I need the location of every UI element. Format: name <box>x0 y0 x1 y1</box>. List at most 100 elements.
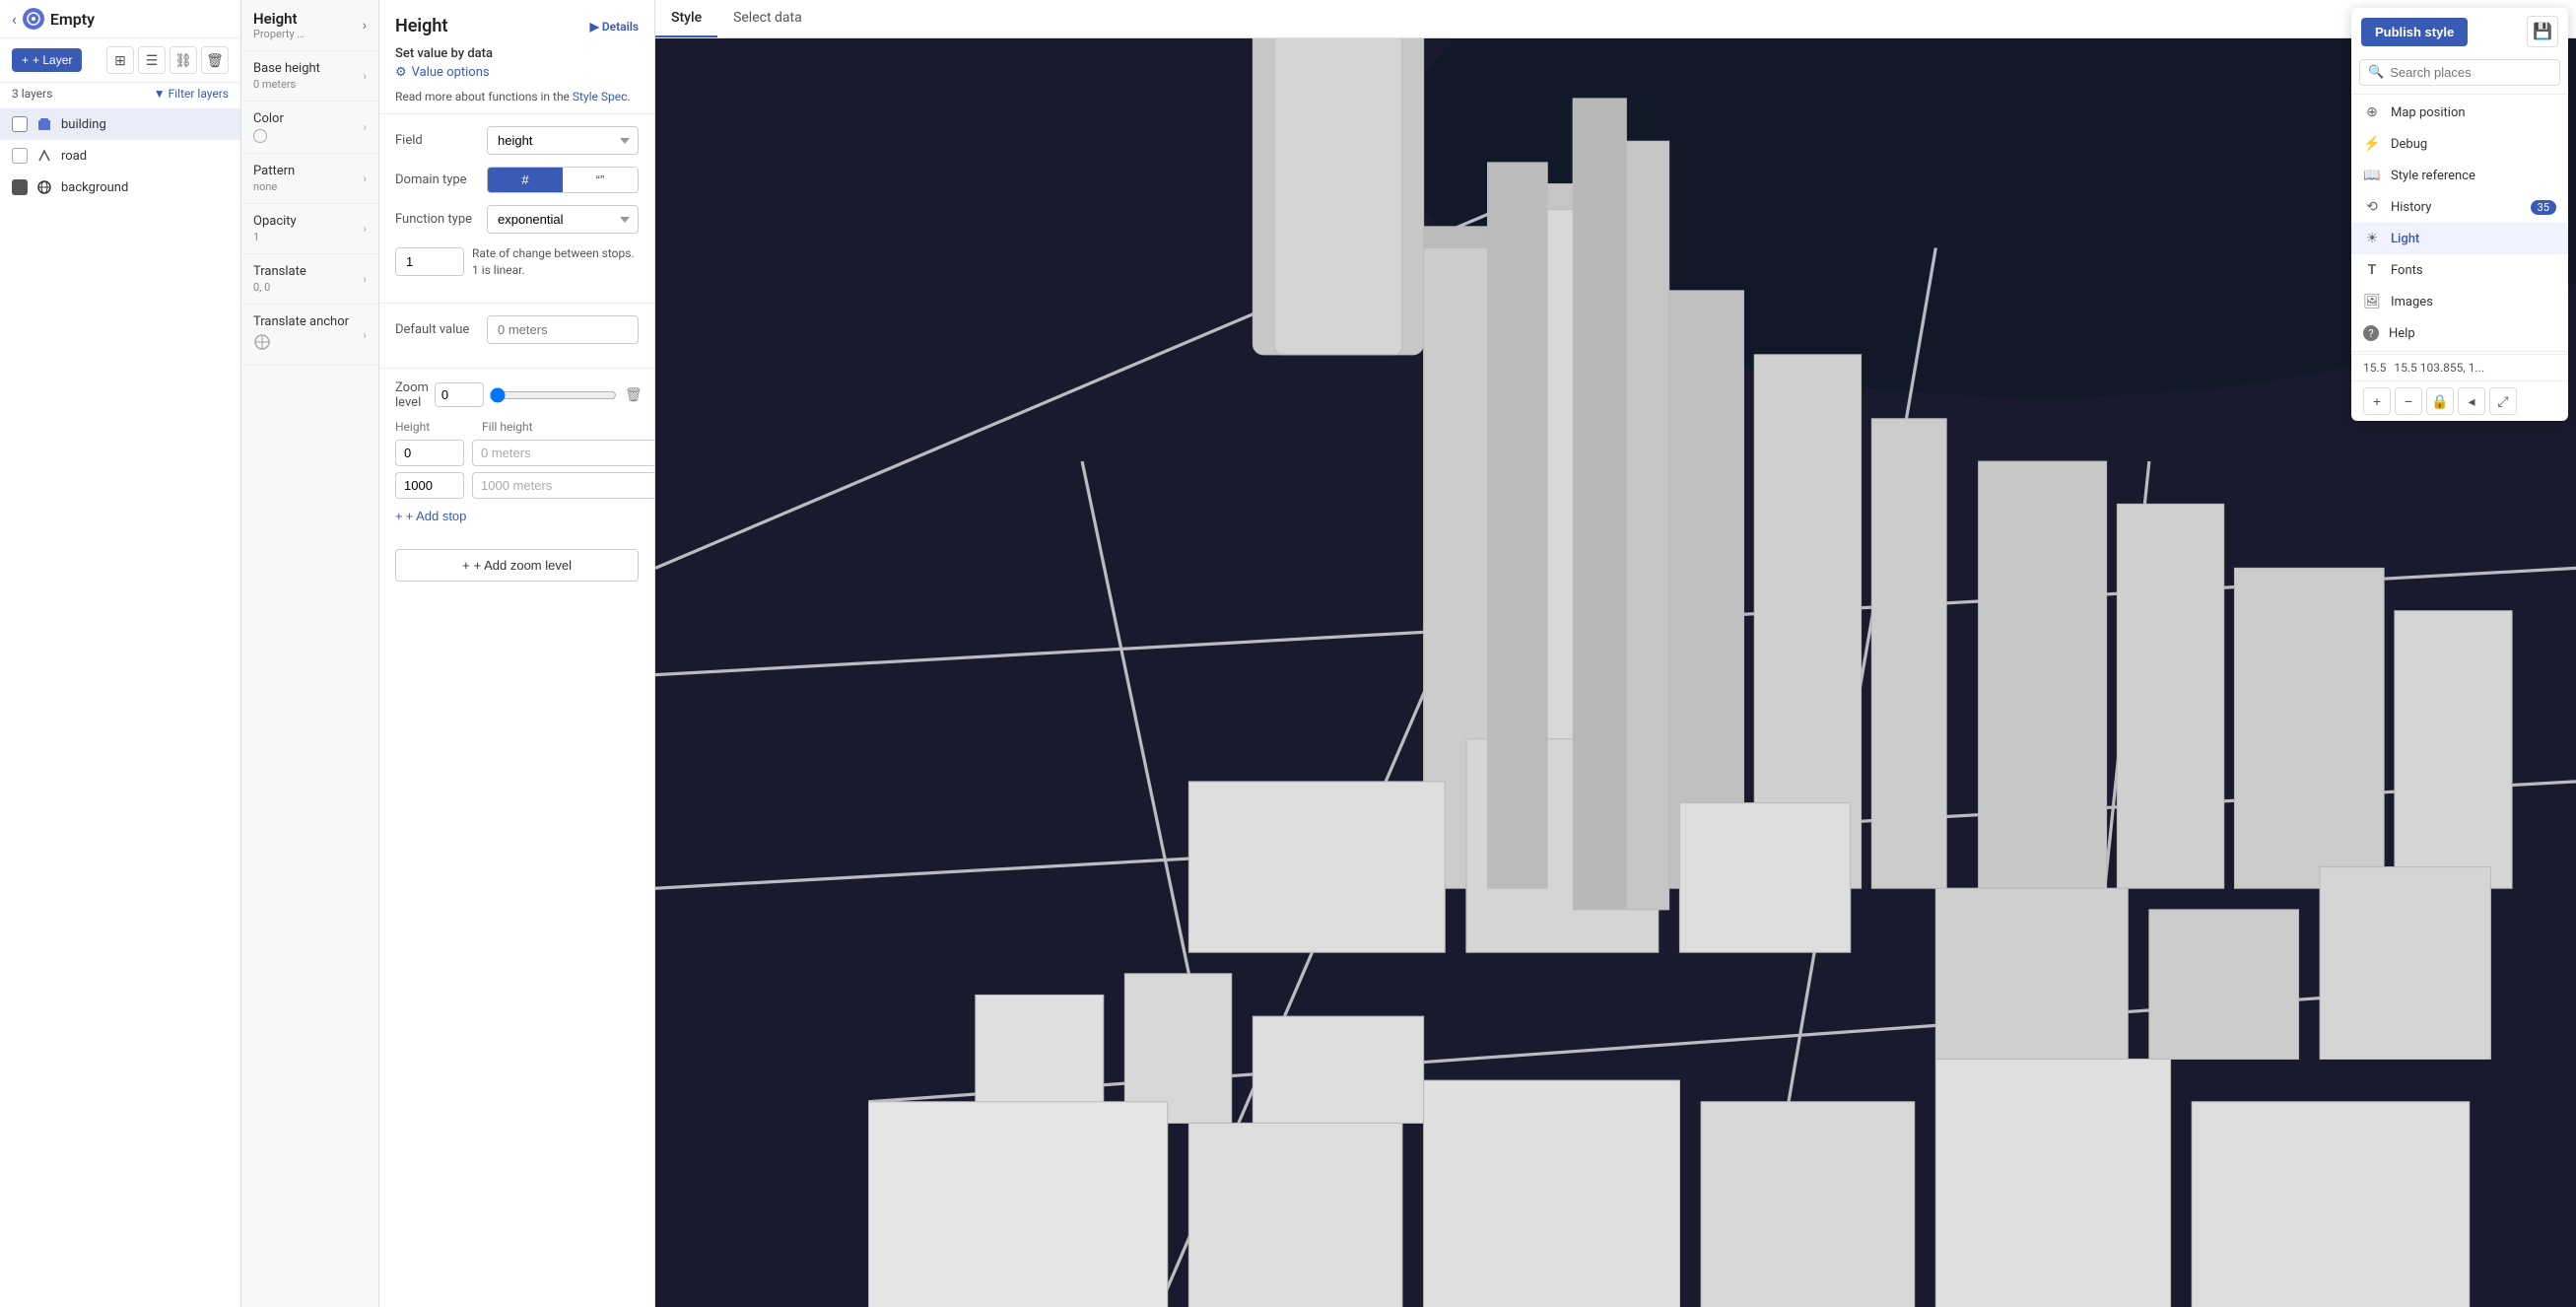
opacity-section: Opacity 1 › <box>241 204 378 254</box>
translate-anchor-item[interactable]: Translate anchor › <box>241 305 378 365</box>
default-value-section: Default value <box>379 304 654 369</box>
zoom-slider[interactable] <box>490 387 617 403</box>
middle-panel: Height Property … › Base height 0 meters… <box>241 0 379 1307</box>
menu-item-history[interactable]: ⟲ History 35 <box>2351 191 2568 223</box>
stop-height-input-1[interactable] <box>395 472 464 499</box>
tab-select-data[interactable]: Select data <box>717 0 818 37</box>
zoom-coord: 15.5 <box>2363 361 2386 375</box>
add-layer-label: + Layer <box>33 53 72 67</box>
stops-fill-col-label: Fill height <box>482 420 639 434</box>
layer-count: 3 layers <box>12 87 52 101</box>
translate-section: Translate 0, 0 › <box>241 254 378 305</box>
menu-item-images[interactable]: 🖼 Images <box>2351 286 2568 317</box>
translate-text: Translate 0, 0 <box>253 264 306 294</box>
layer-visibility-building[interactable] <box>12 116 28 132</box>
top-tab-bar: Style Select data <box>655 0 2576 38</box>
layer-info: 3 layers ▼ Filter layers <box>0 83 240 108</box>
back-map-button[interactable]: ◂ <box>2458 387 2485 415</box>
translate-anchor-icon <box>253 333 349 355</box>
menu-item-style-reference[interactable]: 📖 Style reference <box>2351 160 2568 191</box>
expand-middle-button[interactable]: › <box>363 18 367 34</box>
menu-item-debug[interactable]: ⚡ Debug <box>2351 128 2568 160</box>
stop-fill-input-0[interactable] <box>472 440 655 466</box>
menu-item-fonts[interactable]: T Fonts <box>2351 254 2568 286</box>
domain-hash-button[interactable]: # <box>488 168 563 192</box>
value-options-label: Value options <box>412 65 490 80</box>
middle-title-text: Height <box>253 10 305 28</box>
layer-visibility-background[interactable] <box>12 179 28 195</box>
add-stop-label: + Add stop <box>406 509 467 523</box>
coords-bar: 15.5 15.5 103.855, 1... <box>2351 354 2568 380</box>
zoom-out-button[interactable]: − <box>2395 387 2422 415</box>
layer-item-building[interactable]: building <box>0 108 240 140</box>
add-zoom-level-button[interactable]: + + Add zoom level <box>395 549 639 582</box>
stop-height-input-0[interactable] <box>395 440 464 466</box>
color-section: Color › <box>241 102 378 154</box>
city-map-svg <box>655 0 2576 1307</box>
menu-divider-1 <box>2351 94 2568 95</box>
value-options-button[interactable]: ⚙ Value options <box>395 65 639 80</box>
debug-icon: ⚡ <box>2363 136 2381 152</box>
save-icon-button[interactable]: 💾 <box>2527 16 2558 47</box>
translate-anchor-label: Translate anchor <box>253 314 349 329</box>
default-value-input[interactable] <box>487 315 639 344</box>
menu-divider-2 <box>2351 351 2568 352</box>
menu-item-light[interactable]: ☀ Light <box>2351 223 2568 254</box>
menu-item-map-position[interactable]: ⊕ Map position <box>2351 97 2568 128</box>
menu-item-help[interactable]: ? Help <box>2351 317 2568 349</box>
rate-desc: Rate of change between stops. 1 is linea… <box>472 245 639 279</box>
field-control: height <box>487 126 639 155</box>
menu-label-map-position: Map position <box>2391 105 2466 120</box>
search-input[interactable] <box>2390 65 2551 80</box>
translate-item[interactable]: Translate 0, 0 › <box>241 254 378 304</box>
layer-item-background[interactable]: background <box>0 172 240 203</box>
map-position-icon: ⊕ <box>2363 104 2381 120</box>
translate-anchor-text: Translate anchor <box>253 314 349 355</box>
stop-row-1: 🗑 <box>395 472 639 499</box>
domain-type-row: Domain type # “” <box>395 167 639 193</box>
plus-icon: + <box>395 509 403 523</box>
stops-height-col-label: Height <box>395 420 474 434</box>
filter-layers-button[interactable]: ▼ Filter layers <box>154 87 229 101</box>
fullscreen-button[interactable]: ⤢ <box>2489 387 2517 415</box>
pattern-section: Pattern none › <box>241 154 378 204</box>
color-item[interactable]: Color › <box>241 102 378 153</box>
base-height-label: Base height <box>253 61 320 76</box>
publish-style-button[interactable]: Publish style <box>2361 18 2468 46</box>
detail-panel: Height ▶ Details Set value by data ⚙ Val… <box>379 0 655 1307</box>
field-select[interactable]: height <box>487 126 639 155</box>
details-link[interactable]: ▶ Details <box>590 20 639 34</box>
map-area[interactable]: Style Select data <box>655 0 2576 1307</box>
add-layer-button[interactable]: + + Layer <box>12 48 82 72</box>
middle-panel-title: Height Property … <box>253 10 305 40</box>
layer-visibility-road[interactable] <box>12 148 28 164</box>
zoom-value-input[interactable] <box>435 382 484 407</box>
trash-button[interactable]: 🗑 <box>201 46 229 74</box>
pattern-item[interactable]: Pattern none › <box>241 154 378 203</box>
filter-icon: ▼ <box>154 87 166 101</box>
function-type-select[interactable]: exponential <box>487 205 639 234</box>
zoom-delete-button[interactable]: 🗑 <box>623 384 644 405</box>
opacity-item[interactable]: Opacity 1 › <box>241 204 378 253</box>
lock-button[interactable]: 🔒 <box>2426 387 2454 415</box>
app-icon <box>23 8 44 30</box>
grid-view-button[interactable]: ⊞ <box>106 46 134 74</box>
tab-style[interactable]: Style <box>655 0 717 37</box>
add-stop-button[interactable]: + + Add stop <box>395 505 466 527</box>
fonts-icon: T <box>2363 262 2381 278</box>
color-text: Color <box>253 111 284 143</box>
domain-quote-button[interactable]: “” <box>563 168 638 192</box>
zoom-in-button[interactable]: + <box>2363 387 2391 415</box>
base-height-item[interactable]: Base height 0 meters › <box>241 51 378 101</box>
style-spec-link[interactable]: Style Spec <box>573 90 628 103</box>
pattern-chevron-icon: › <box>363 172 367 185</box>
style-reference-icon: 📖 <box>2363 168 2381 183</box>
stop-fill-input-1[interactable] <box>472 472 655 499</box>
back-button[interactable]: ‹ <box>12 10 17 29</box>
layer-item-road[interactable]: road <box>0 140 240 172</box>
list-view-button[interactable]: ☰ <box>138 46 166 74</box>
link-button[interactable]: ⛓ <box>169 46 197 74</box>
opacity-value: 1 <box>253 231 297 243</box>
search-icon: 🔍 <box>2368 65 2384 80</box>
rate-input[interactable] <box>395 247 464 276</box>
